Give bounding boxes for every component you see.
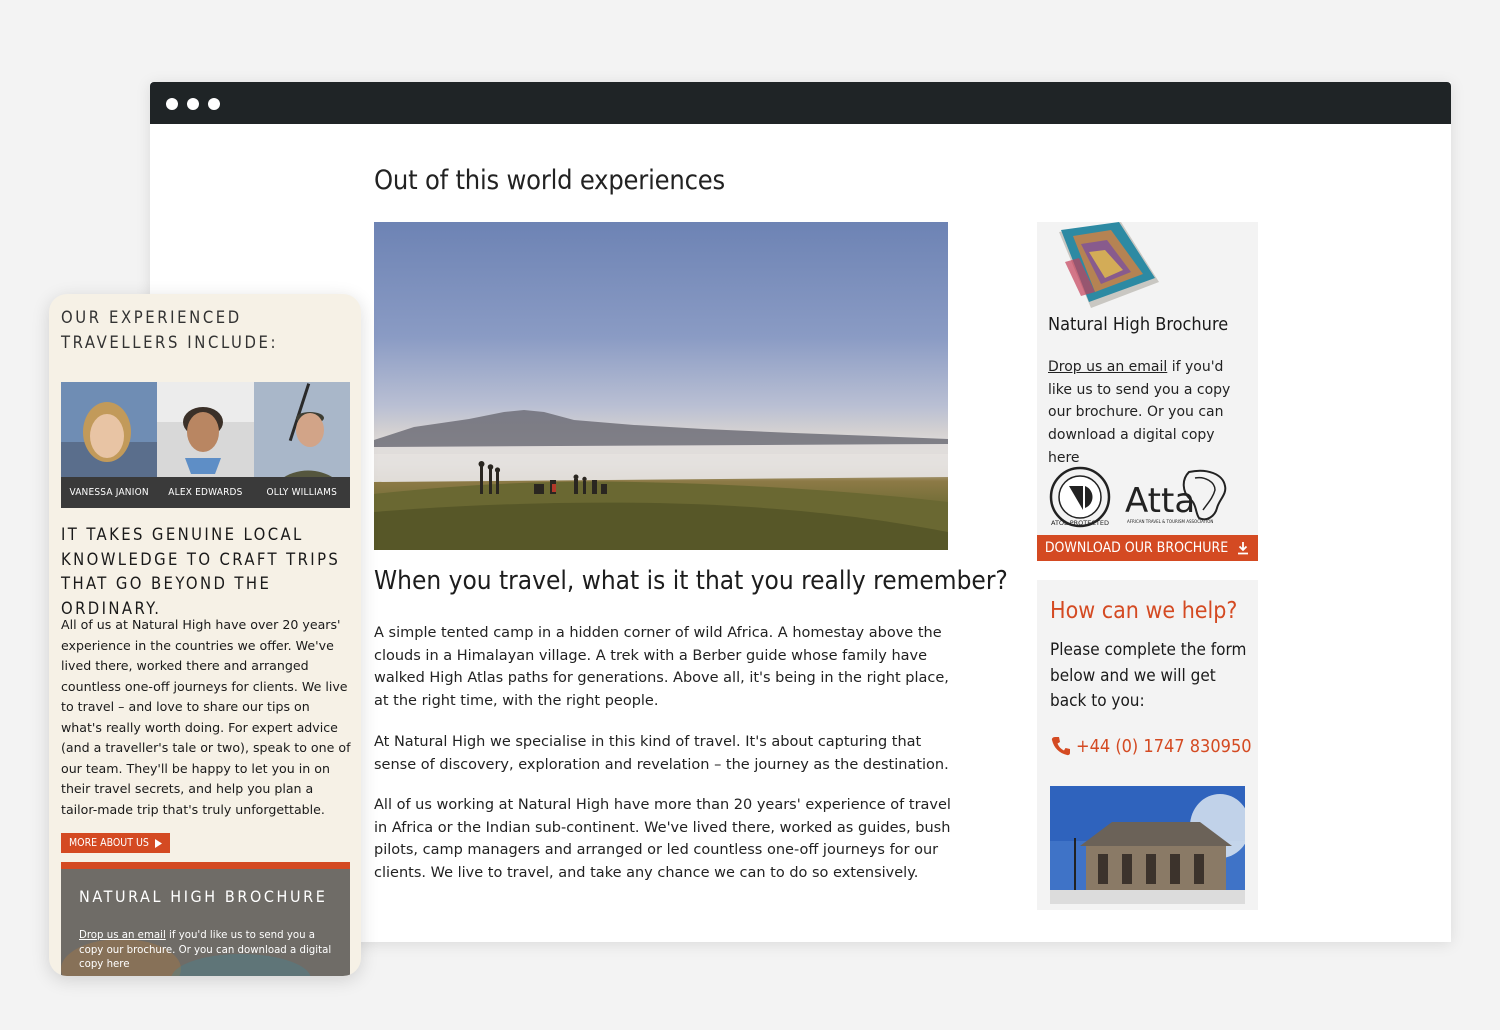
more-about-us-label: MORE ABOUT US xyxy=(69,837,149,849)
brochure-box: Natural High Brochure Drop us an email i… xyxy=(1037,222,1258,560)
team-strip: VANESSA JANION ALEX EDWARDS OLLY WILLIAM… xyxy=(61,382,350,508)
atol-label: ATOL PROTECTED xyxy=(1051,519,1109,527)
team-member[interactable]: VANESSA JANION xyxy=(61,382,158,508)
team-member-name: VANESSA JANION xyxy=(61,477,158,508)
accreditation-logos: ATOL PROTECTED Atta AFRICAN TRAVEL & TOU… xyxy=(1049,466,1227,528)
hero-landscape-illustration xyxy=(374,410,948,550)
intro-paragraph: A simple tented camp in a hidden corner … xyxy=(374,625,949,710)
specialise-paragraph: At Natural High we specialise in this ki… xyxy=(374,734,949,773)
atol-logo: ATOL PROTECTED xyxy=(1049,466,1111,528)
phone-link[interactable]: +44 (0) 1747 830950 xyxy=(1050,735,1252,757)
download-icon xyxy=(1238,542,1249,555)
atta-logo: Atta AFRICAN TRAVEL & TOURISM ASSOCIATIO… xyxy=(1125,469,1227,524)
page-title: Out of this world experiences xyxy=(374,165,725,196)
office-building-image xyxy=(1050,786,1245,904)
mobile-brochure-description: Drop us an email if you'd like us to sen… xyxy=(79,929,337,973)
window-dot-icon[interactable] xyxy=(166,98,178,110)
hero-image xyxy=(374,222,948,550)
mobile-brochure-title: NATURAL HIGH BROCHURE xyxy=(79,887,328,906)
window-dot-icon[interactable] xyxy=(208,98,220,110)
brochure-cover-image[interactable] xyxy=(1051,222,1161,312)
mobile-email-link[interactable]: Drop us an email xyxy=(79,930,166,941)
mobile-preview: OUR EXPERIENCED TRAVELLERS INCLUDE: VANE… xyxy=(49,294,361,976)
team-member-name: ALEX EDWARDS xyxy=(157,477,254,508)
more-about-us-button[interactable]: MORE ABOUT US xyxy=(61,833,170,853)
brochure-title: Natural High Brochure xyxy=(1048,314,1229,335)
mobile-paragraph: All of us at Natural High have over 20 y… xyxy=(61,617,351,817)
team-member[interactable]: OLLY WILLIAMS xyxy=(253,382,350,508)
brochure-description: Drop us an email if you'd like us to sen… xyxy=(1048,356,1248,470)
mobile-subheading: IT TAKES GENUINE LOCAL KNOWLEDGE TO CRAF… xyxy=(61,525,341,618)
team-member-name: OLLY WILLIAMS xyxy=(253,477,350,508)
download-brochure-label: DOWNLOAD OUR BROCHURE xyxy=(1044,540,1229,556)
window-dot-icon[interactable] xyxy=(187,98,199,110)
mobile-team-heading: OUR EXPERIENCED TRAVELLERS INCLUDE: xyxy=(61,308,279,352)
help-box: How can we help? Please complete the for… xyxy=(1037,580,1258,910)
download-brochure-button[interactable]: DOWNLOAD OUR BROCHURE xyxy=(1037,535,1258,561)
team-member[interactable]: ALEX EDWARDS xyxy=(157,382,254,508)
phone-icon xyxy=(1051,737,1070,756)
play-arrow-icon xyxy=(154,838,162,848)
browser-titlebar xyxy=(150,82,1451,124)
mobile-brochure-box: NATURAL HIGH BROCHURE Drop us an email i… xyxy=(61,862,350,976)
help-description: Please complete the form below and we wi… xyxy=(1050,640,1247,711)
experience-paragraph: All of us working at Natural High have m… xyxy=(374,797,951,882)
phone-number: +44 (0) 1747 830950 xyxy=(1076,735,1252,757)
email-link[interactable]: Drop us an email xyxy=(1048,359,1167,375)
help-title: How can we help? xyxy=(1050,598,1238,624)
atta-subtitle: AFRICAN TRAVEL & TOURISM ASSOCIATION xyxy=(1127,519,1213,524)
brochure-description-text: if you'd like us to send you a copy our … xyxy=(1048,359,1231,466)
section-subheading: When you travel, what is it that you rea… xyxy=(374,566,1008,596)
